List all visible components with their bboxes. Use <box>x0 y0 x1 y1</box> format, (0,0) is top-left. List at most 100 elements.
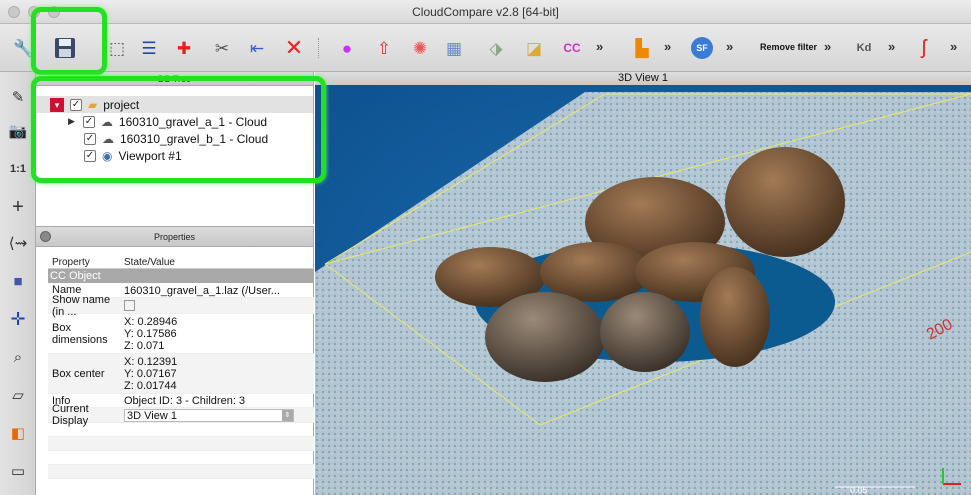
toolbar-separator <box>318 38 319 58</box>
eye-icon: ◉ <box>102 148 113 163</box>
cloud-icon: ☁ <box>102 131 114 146</box>
toolbar-more-button[interactable]: » <box>726 39 733 54</box>
cube-view-button[interactable]: ■ <box>6 270 30 292</box>
tree-item-cloud-b[interactable]: ✓ ☁ 160310_gravel_b_1 - Cloud <box>36 130 313 147</box>
property-row-show-name[interactable]: Show name (in ... <box>48 294 314 318</box>
zoom-button[interactable]: ⌕ <box>6 346 30 368</box>
add-button[interactable]: + <box>6 196 30 218</box>
kd-icon: Kd <box>856 41 872 54</box>
property-value <box>116 298 314 313</box>
plus-icon: + <box>12 195 24 218</box>
property-value: X: 0.28946 Y: 0.17586 Z: 0.071 <box>116 314 314 353</box>
side-view-button[interactable]: ▭ <box>6 460 30 482</box>
merge-button[interactable]: ⇤ <box>245 36 269 60</box>
wrench-icon[interactable]: 🔧 <box>12 36 36 60</box>
toolbar-more-button[interactable]: » <box>824 39 831 54</box>
visibility-checkbox[interactable]: ✓ <box>84 149 96 162</box>
property-value: 160310_gravel_a_1.laz (/User... <box>124 285 280 297</box>
3d-view-canvas[interactable]: 0.05 200 3D View 1 <box>315 72 971 495</box>
zoom-1-1-button[interactable]: 1:1 <box>6 158 30 180</box>
column-value: State/Value <box>124 257 175 268</box>
save-button[interactable] <box>53 36 77 60</box>
perspective-button[interactable]: ⟨⇝ <box>6 232 30 254</box>
property-row-current-display[interactable]: Current Display 3D View 1 ⇕ <box>48 403 314 427</box>
point-cloud-render[interactable]: 0.05 200 <box>315 72 971 495</box>
property-value: X: 0.12391 Y: 0.07167 Z: 0.01744 <box>116 354 314 393</box>
cube-button[interactable]: ⬗ <box>484 36 508 60</box>
pick-tool-button[interactable]: ✎ <box>6 86 30 108</box>
visibility-checkbox[interactable]: ✓ <box>84 132 96 145</box>
window-title: CloudCompare v2.8 [64-bit] <box>412 5 559 19</box>
show-name-checkbox[interactable] <box>124 300 135 311</box>
triangle-icon: ◪ <box>525 38 543 58</box>
select-cursor-button[interactable]: ⬚ <box>105 36 129 60</box>
sample-button[interactable]: ✺ <box>408 36 432 60</box>
perspective-icon: ⟨⇝ <box>8 235 28 252</box>
box-center-y: Y: 0.07167 <box>124 368 177 380</box>
tree-item-project[interactable]: ▾ ✓ ▰ project <box>36 96 313 113</box>
properties-title: Properties <box>153 232 196 242</box>
visibility-checkbox[interactable]: ✓ <box>82 115 95 128</box>
folder-icon: ▰ <box>88 97 98 112</box>
grid-icon: ▦ <box>445 38 463 58</box>
current-display-value: 3D View 1 <box>127 409 177 422</box>
move-icon: ✚ <box>176 38 192 58</box>
top-view-icon: ◧ <box>10 425 26 442</box>
histogram-icon: ▙ <box>635 38 649 58</box>
property-key: Box center <box>52 367 105 380</box>
tree-item-label: Viewport #1 <box>118 148 182 163</box>
scalar-field-button[interactable]: SF <box>690 36 714 60</box>
properties-panel: Properties Property State/Value CC Objec… <box>36 226 314 495</box>
segment-button[interactable]: ✂ <box>210 36 234 60</box>
toolbar-more-button[interactable]: » <box>664 39 671 54</box>
property-row-empty <box>48 451 314 465</box>
sample-icon: ✺ <box>412 38 428 58</box>
box-center-x: X: 0.12391 <box>124 356 178 368</box>
property-key: Current Display <box>52 403 89 427</box>
cloud-icon: ☁ <box>100 114 113 129</box>
pen-icon: ʃ <box>921 37 927 59</box>
expand-icon[interactable]: ▶ <box>68 116 75 127</box>
toolbar-more-button[interactable]: » <box>950 39 957 54</box>
view-toolbar: ✎ 📷 1:1 + ⟨⇝ ■ ✛ ⌕ ▱ ◧ ▭ <box>0 72 36 495</box>
tree-item-viewport[interactable]: ✓ ◉ Viewport #1 <box>36 147 313 164</box>
color-icon: ● <box>341 38 353 58</box>
properties-column-headers: Property State/Value <box>48 257 314 269</box>
delete-button[interactable]: ✕ <box>282 36 306 60</box>
property-value: 3D View 1 ⇕ <box>116 408 314 422</box>
translate-rotate-button[interactable]: ✚ <box>172 36 196 60</box>
screenshot-button[interactable]: 📷 <box>6 120 30 142</box>
properties-header: Properties <box>36 227 313 247</box>
kdtree-button[interactable]: Kd <box>852 36 876 60</box>
top-view-button[interactable]: ◧ <box>6 422 30 444</box>
window-titlebar: CloudCompare v2.8 [64-bit] <box>0 0 971 24</box>
toolbar-more-button[interactable]: » <box>888 39 895 54</box>
box-dim-y: Y: 0.17586 <box>124 328 177 340</box>
current-display-select[interactable]: 3D View 1 ⇕ <box>124 409 294 422</box>
toolbar-more-button[interactable]: » <box>596 39 603 54</box>
color-button[interactable]: ● <box>335 36 359 60</box>
chevron-down-icon: ⇕ <box>282 410 293 421</box>
property-row-box-dimensions[interactable]: Box dimensions X: 0.28946 Y: 0.17586 Z: … <box>48 314 314 354</box>
list-button[interactable]: ☰ <box>137 36 161 60</box>
grid-button[interactable]: ▦ <box>442 36 466 60</box>
normals-button[interactable]: ⇧ <box>372 36 396 60</box>
pen-button[interactable]: ʃ <box>912 36 936 60</box>
front-view-icon: ▱ <box>12 387 24 404</box>
tree-item-cloud-a[interactable]: ▶ ✓ ☁ 160310_gravel_a_1 - Cloud <box>36 113 313 130</box>
pivot-button[interactable]: ✛ <box>6 308 30 330</box>
3d-view-title: 3D View 1 <box>315 72 971 85</box>
main-toolbar: 🔧 ⬚ ☰ ✚ ✂ ⇤ ✕ ● ⇧ ✺ ▦ ⬗ ◪ CC » ▙ » SF » … <box>0 24 971 72</box>
front-view-button[interactable]: ▱ <box>6 384 30 406</box>
cc-button[interactable]: CC <box>560 36 584 60</box>
list-icon: ☰ <box>141 38 157 58</box>
cc-icon: CC <box>563 41 581 55</box>
expand-icon[interactable]: ▾ <box>50 97 64 112</box>
remove-filter-button[interactable]: Remove filter <box>760 42 817 52</box>
rock <box>700 267 770 367</box>
histogram-button[interactable]: ▙ <box>630 36 654 60</box>
triangle-button[interactable]: ◪ <box>522 36 546 60</box>
delete-icon: ✕ <box>284 35 304 60</box>
visibility-checkbox[interactable]: ✓ <box>70 98 82 111</box>
property-row-box-center[interactable]: Box center X: 0.12391 Y: 0.07167 Z: 0.01… <box>48 354 314 394</box>
